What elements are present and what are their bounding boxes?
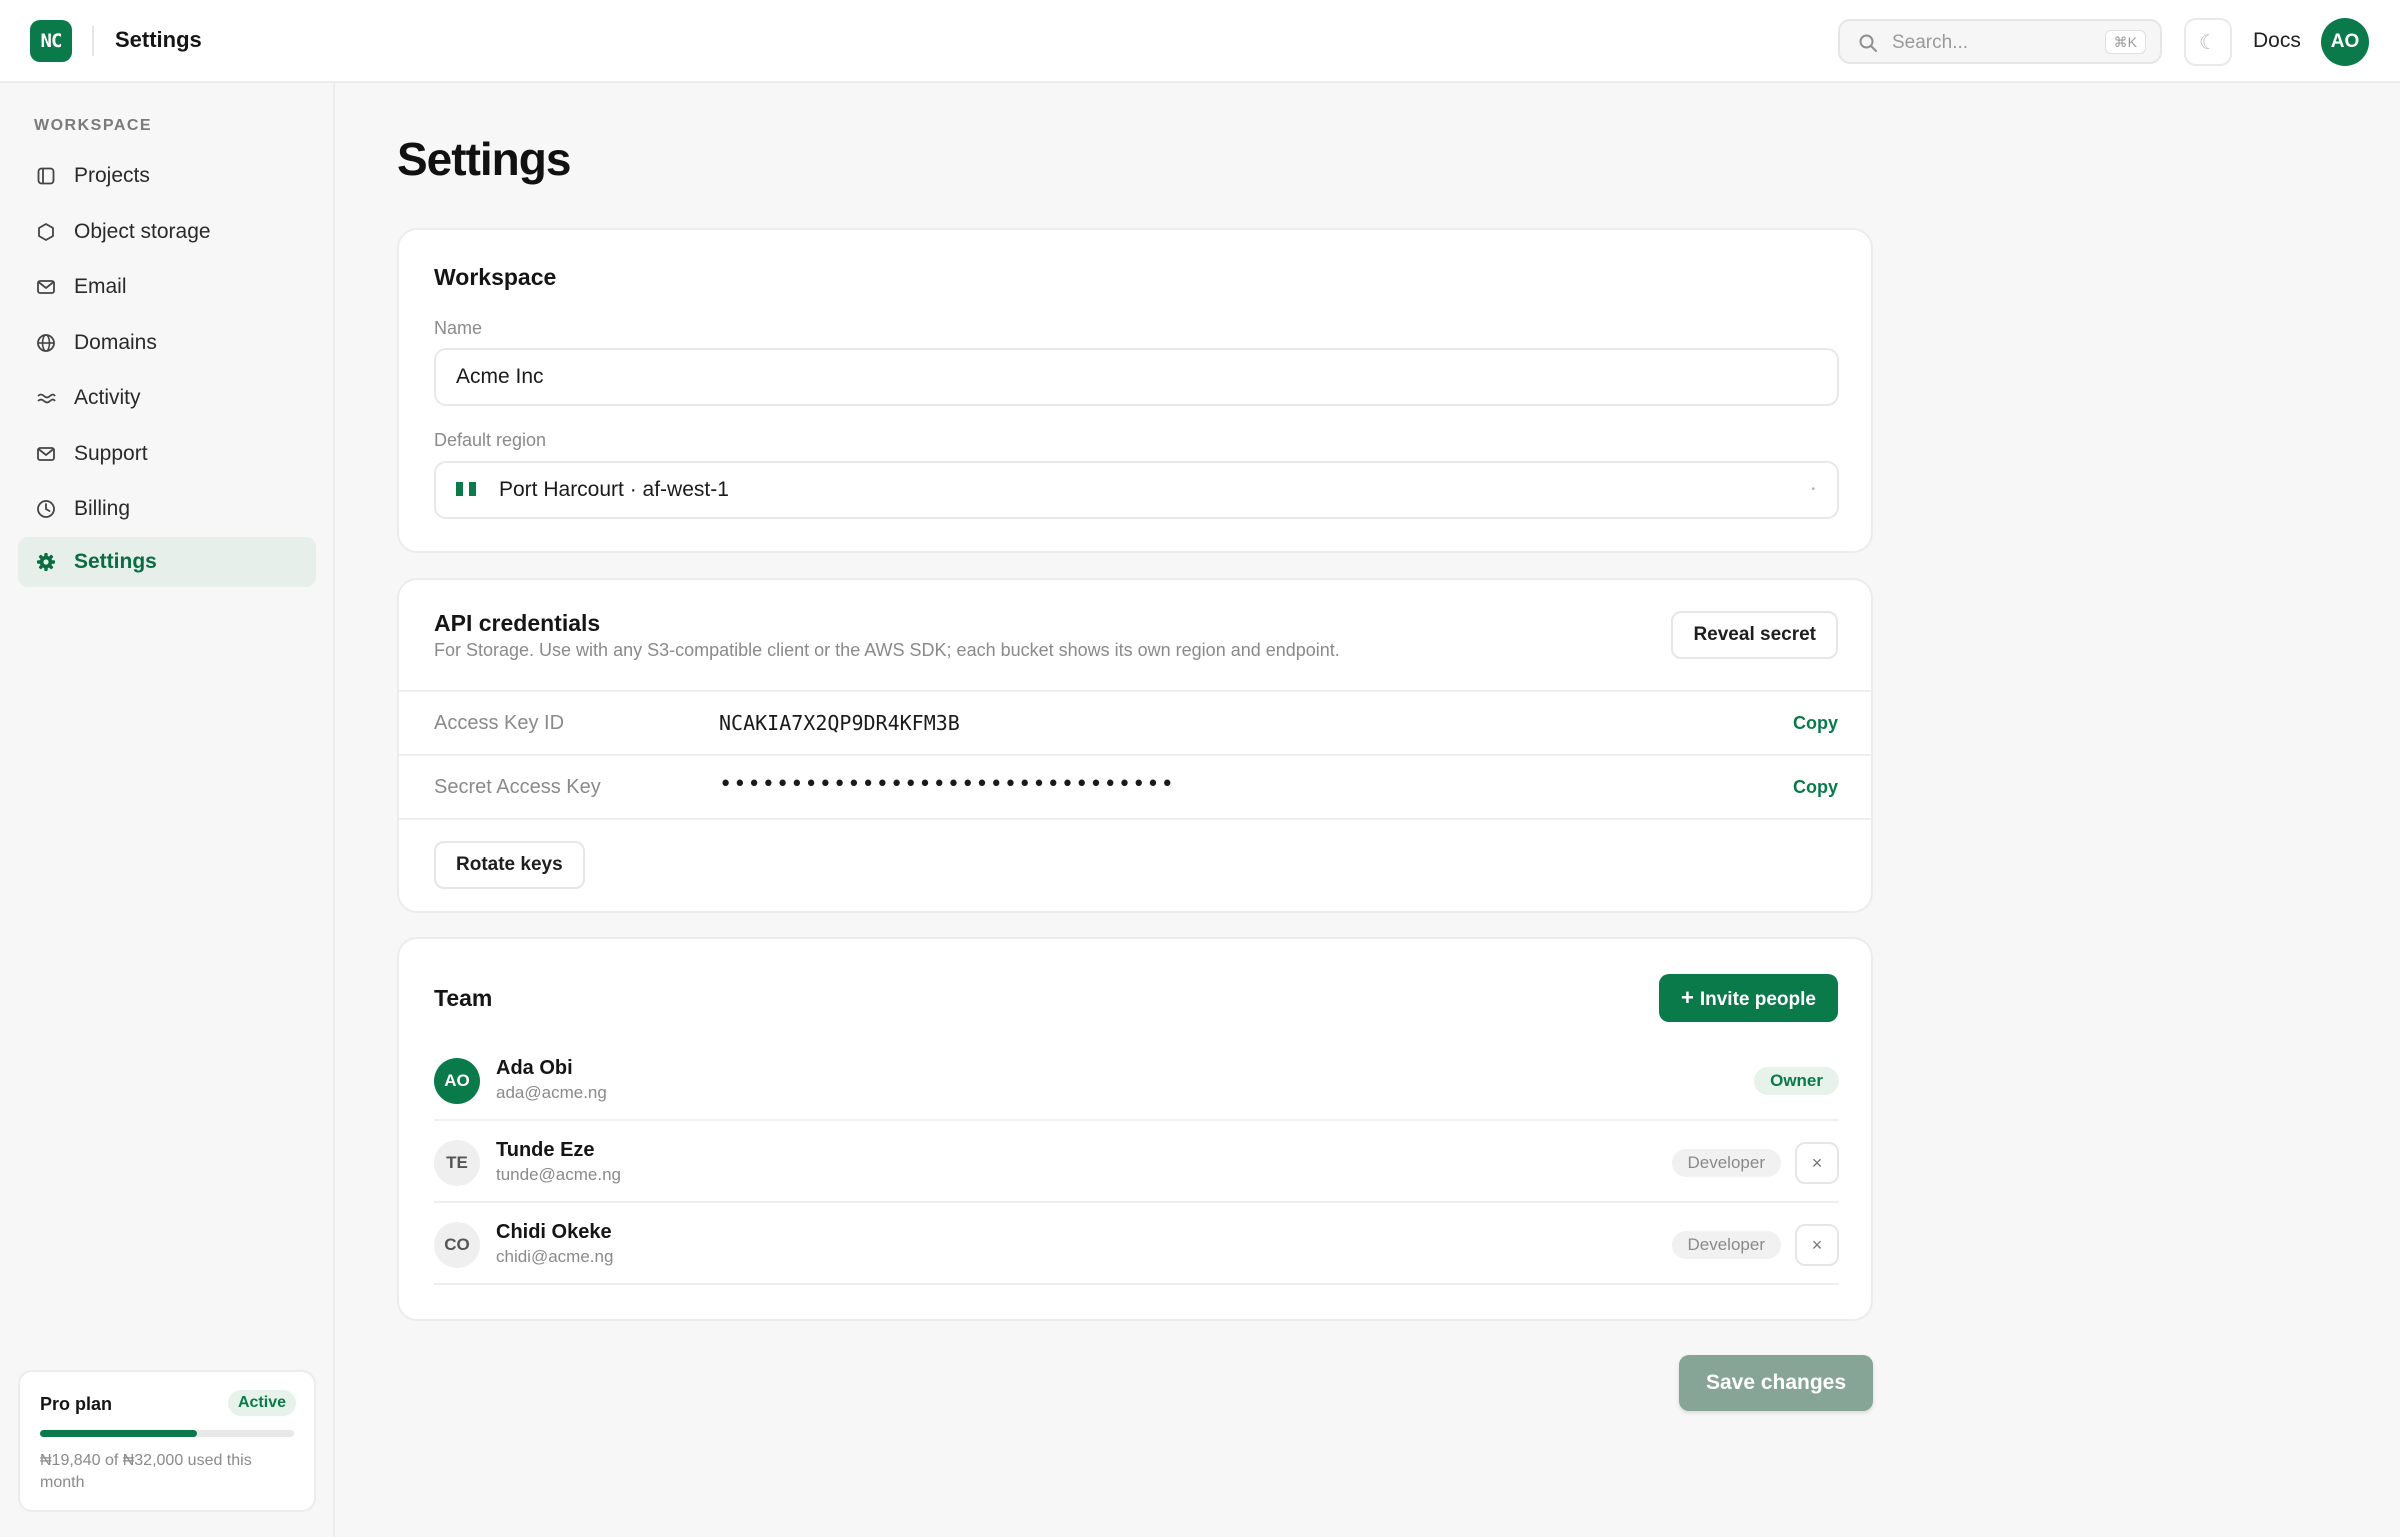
region-select-value: Port Harcourt · af-west-1: [499, 478, 729, 501]
member-email: ada@acme.ng: [496, 1083, 607, 1102]
avatar: AO: [434, 1058, 480, 1104]
api-credentials-card: API credentials For Storage. Use with an…: [397, 578, 1873, 913]
avatar: TE: [434, 1140, 480, 1186]
sidebar-item-activity[interactable]: Activity: [18, 373, 316, 423]
close-icon: ×: [1811, 1152, 1823, 1173]
rotate-keys-button[interactable]: Rotate keys: [434, 841, 585, 889]
theme-toggle-button[interactable]: ☾: [2184, 18, 2232, 66]
page-title: Settings: [397, 133, 571, 185]
plan-name: Pro plan: [40, 1394, 113, 1414]
close-icon: ×: [1811, 1234, 1823, 1255]
moon-icon: ☾: [2199, 31, 2217, 54]
workspace-card-title: Workspace: [434, 264, 557, 290]
team-title: Team: [434, 985, 493, 1011]
search-icon: [1859, 34, 1877, 52]
access-key-row: Access Key ID NCAKIA7X2QP9DR4KFM3B Copy: [399, 690, 1871, 754]
sidebar-item-label: Settings: [74, 550, 157, 573]
invite-people-button[interactable]: + Invite people: [1659, 974, 1838, 1022]
chevron-down-icon: •: [1811, 484, 1815, 495]
sidebar-section-label: WORKSPACE: [34, 117, 153, 134]
search-input[interactable]: Search... ⌘K: [1838, 19, 2162, 64]
secret-key-value: ••••••••••••••••••••••••••••••••: [719, 772, 1175, 797]
plus-icon: +: [1681, 985, 1694, 1010]
activity-icon: [34, 386, 58, 410]
sidebar-item-billing[interactable]: Billing: [18, 484, 316, 534]
role-badge[interactable]: Developer: [1671, 1149, 1781, 1177]
sidebar-item-domains[interactable]: Domains: [18, 318, 316, 368]
top-bar: NC Settings Search... ⌘K ☾ Docs AO: [0, 0, 2400, 83]
copy-secret-key-button[interactable]: Copy: [1793, 777, 1838, 798]
remove-member-button[interactable]: ×: [1795, 1142, 1839, 1184]
workspace-card: Workspace Name Acme Inc Default region P…: [397, 228, 1873, 553]
clock-icon: [34, 497, 58, 521]
save-changes-button[interactable]: Save changes: [1679, 1355, 1873, 1411]
api-credentials-description: For Storage. Use with any S3-compatible …: [434, 640, 1340, 660]
access-key-value: NCAKIA7X2QP9DR4KFM3B: [719, 711, 960, 735]
user-avatar[interactable]: AO: [2321, 18, 2369, 66]
sidebar-item-support[interactable]: Support: [18, 429, 316, 479]
avatar: CO: [434, 1222, 480, 1268]
support-mail-icon: [34, 442, 58, 466]
sidebar-item-label: Support: [74, 442, 148, 465]
region-label: Default region: [434, 430, 547, 450]
cube-icon: [34, 220, 58, 244]
workspace-name-input[interactable]: Acme Inc: [434, 348, 1839, 406]
sidebar-item-label: Email: [74, 275, 127, 298]
header-divider: [92, 26, 94, 56]
reveal-secret-button[interactable]: Reveal secret: [1671, 611, 1838, 659]
sidebar-item-label: Projects: [74, 164, 150, 187]
member-email: tunde@acme.ng: [496, 1165, 622, 1184]
member-name: Chidi Okeke: [496, 1221, 612, 1243]
plan-card: Pro plan Active ₦19,840 of ₦32,000 used …: [18, 1370, 316, 1512]
api-credentials-title: API credentials: [434, 610, 601, 636]
team-member-row: CO Chidi Okeke chidi@acme.ng Developer ×: [434, 1203, 1839, 1285]
role-badge[interactable]: Developer: [1671, 1231, 1781, 1259]
mail-icon: [34, 275, 58, 299]
role-badge: Owner: [1754, 1067, 1839, 1095]
sidebar: WORKSPACE Projects Object storage Email …: [0, 83, 335, 1537]
nigeria-flag-icon: [456, 482, 477, 496]
sidebar-item-object-storage[interactable]: Object storage: [18, 207, 316, 257]
invite-people-label: Invite people: [1699, 989, 1816, 1010]
secret-key-row: Secret Access Key ••••••••••••••••••••••…: [399, 754, 1871, 818]
team-member-row: AO Ada Obi ada@acme.ng Owner: [434, 1039, 1839, 1121]
sidebar-item-projects[interactable]: Projects: [18, 151, 316, 201]
copy-access-key-button[interactable]: Copy: [1793, 713, 1838, 734]
team-member-row: TE Tunde Eze tunde@acme.ng Developer ×: [434, 1121, 1839, 1203]
gear-icon: [34, 550, 58, 574]
member-email: chidi@acme.ng: [496, 1247, 614, 1266]
plan-usage-text: ₦19,840 of ₦32,000 used this month: [40, 1452, 252, 1491]
plan-usage-fill: [40, 1430, 198, 1437]
search-shortcut: ⌘K: [2104, 30, 2146, 54]
globe-icon: [34, 331, 58, 355]
folder-icon: [34, 164, 58, 188]
sidebar-item-settings[interactable]: Settings: [18, 537, 316, 587]
region-select[interactable]: Port Harcourt · af-west-1 •: [434, 461, 1839, 519]
team-card: Team + Invite people AO Ada Obi ada@acme.…: [397, 937, 1873, 1321]
sidebar-item-email[interactable]: Email: [18, 262, 316, 312]
search-placeholder: Search...: [1892, 32, 1969, 53]
sidebar-item-label: Billing: [74, 497, 131, 520]
docs-link[interactable]: Docs: [2253, 29, 2301, 53]
plan-status-badge: Active: [227, 1390, 296, 1416]
sidebar-item-label: Activity: [74, 386, 141, 409]
plan-usage-bar: [40, 1430, 294, 1437]
remove-member-button[interactable]: ×: [1795, 1224, 1839, 1266]
member-name: Ada Obi: [496, 1057, 573, 1079]
sidebar-item-label: Domains: [74, 331, 157, 354]
app-logo[interactable]: NC: [30, 20, 72, 62]
secret-key-label: Secret Access Key: [434, 776, 601, 798]
name-label: Name: [434, 318, 483, 338]
header-title: Settings: [115, 27, 202, 52]
rotate-row: Rotate keys: [399, 818, 1871, 913]
access-key-label: Access Key ID: [434, 712, 565, 734]
sidebar-item-label: Object storage: [74, 220, 211, 243]
member-name: Tunde Eze: [496, 1139, 595, 1161]
